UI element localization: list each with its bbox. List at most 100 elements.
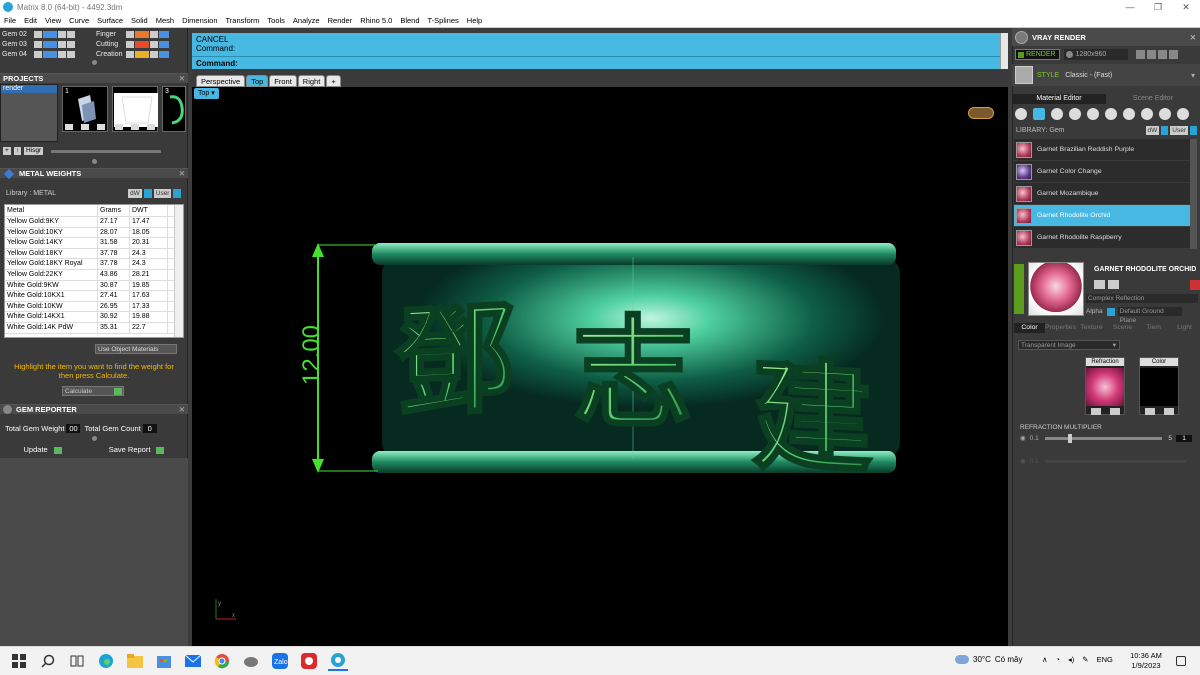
tab-texture[interactable]: Texture — [1076, 323, 1107, 333]
menu-rhino[interactable]: Rhino 5.0 — [356, 16, 396, 25]
info-icon[interactable] — [1190, 126, 1197, 135]
task-view-icon[interactable] — [67, 651, 87, 671]
slider-track[interactable] — [1044, 433, 1163, 443]
gem-tool-icon[interactable] — [1033, 108, 1045, 120]
update-button[interactable]: Update — [24, 445, 62, 454]
share-icon[interactable] — [1159, 108, 1171, 120]
table-row[interactable]: White Gold:14KX1 30.92 19.88 — [5, 312, 183, 323]
tab-perspective[interactable]: Perspective — [196, 75, 246, 87]
layer-row[interactable]: Gem 03 — [0, 39, 94, 49]
weather-widget[interactable]: 30°C Có mây — [955, 655, 1022, 664]
zalo-icon[interactable]: Zalo — [270, 651, 290, 671]
volume-icon[interactable]: ◂) — [1068, 655, 1074, 664]
material-type-icon[interactable] — [1094, 280, 1105, 289]
alpha-toggle[interactable] — [1106, 307, 1115, 316]
menu-curve[interactable]: Curve — [65, 16, 93, 25]
chevron-down-icon[interactable]: ▾ — [1191, 71, 1195, 80]
menu-analyze[interactable]: Analyze — [289, 16, 324, 25]
sphere-icon[interactable] — [1051, 108, 1063, 120]
table-row[interactable]: White Gold:10KX1 27.41 17.63 — [5, 291, 183, 302]
reflection-dropdown[interactable]: Complex Reflection — [1086, 294, 1198, 303]
menu-surface[interactable]: Surface — [93, 16, 127, 25]
color-picker-icon[interactable] — [1090, 408, 1101, 415]
layer-color-swatch[interactable] — [135, 50, 149, 58]
tab-properties[interactable]: Properties — [1045, 323, 1076, 333]
maximize-button[interactable]: ❐ — [1144, 2, 1172, 13]
image-type-dropdown[interactable]: Transparent Image — [1018, 340, 1120, 350]
resolution-field[interactable]: 1280x960 — [1063, 48, 1128, 60]
layer-row[interactable]: Finger — [94, 29, 188, 39]
menu-tools[interactable]: Tools — [263, 16, 289, 25]
chrome-icon[interactable] — [212, 651, 232, 671]
red-app-icon[interactable] — [299, 651, 319, 671]
table-row[interactable]: Yellow Gold:9KY 27.17 17.47 — [5, 217, 183, 228]
reset-icon[interactable] — [1190, 280, 1200, 290]
mail-icon[interactable] — [183, 651, 203, 671]
tab-tiem[interactable]: Tiem — [1138, 323, 1169, 333]
refraction-multiplier-slider[interactable]: ◉ 0.1 5 1 — [1020, 433, 1192, 443]
command-scrollbar[interactable] — [1000, 33, 1008, 69]
layer-color-swatch[interactable] — [43, 40, 57, 48]
list-item[interactable]: Garnet Mozambique — [1014, 183, 1190, 204]
material-ball-icon[interactable] — [1069, 108, 1081, 120]
menu-tsplines[interactable]: T-Splines — [424, 16, 463, 25]
menu-edit[interactable]: Edit — [20, 16, 41, 25]
texture-icon[interactable] — [1087, 108, 1099, 120]
pattern-icon[interactable] — [1105, 108, 1117, 120]
panel-splitter[interactable] — [0, 158, 188, 164]
project-thumbnail[interactable]: 1 — [62, 86, 108, 132]
material-options-icon[interactable] — [1108, 280, 1119, 289]
list-item[interactable]: Garnet Rhodolite Orchid — [1014, 205, 1190, 226]
menu-transform[interactable]: Transform — [222, 16, 264, 25]
layer-row[interactable]: Gem 04 — [0, 49, 94, 59]
menu-dimension[interactable]: Dimension — [178, 16, 221, 25]
minimize-button[interactable]: — — [1116, 2, 1144, 13]
add-project-button[interactable]: + — [3, 147, 11, 155]
clear-icon[interactable] — [1109, 408, 1120, 415]
rhino-app-icon[interactable] — [241, 651, 261, 671]
tab-top[interactable]: Top — [246, 75, 269, 87]
list-item[interactable]: Garnet Rhodolite Raspberry — [1014, 227, 1190, 248]
menu-mesh[interactable]: Mesh — [152, 16, 178, 25]
command-prompt[interactable]: Command: — [196, 59, 238, 68]
table-scrollbar[interactable] — [174, 205, 183, 337]
options-icon[interactable] — [1168, 49, 1178, 59]
matrix-app-icon[interactable] — [328, 651, 348, 671]
project-thumbnail[interactable]: 3 — [162, 86, 186, 132]
table-row[interactable]: Yellow Gold:10KY 28.07 18.05 — [5, 227, 183, 239]
cloud-icon[interactable] — [1141, 108, 1153, 120]
viewport[interactable]: 12.00 鄧 志 建 y x — [192, 87, 1008, 646]
menu-file[interactable]: File — [0, 16, 20, 25]
gem-list-scrollbar[interactable] — [1190, 139, 1197, 249]
tab-front[interactable]: Front — [269, 75, 297, 87]
tab-color[interactable]: Color — [1014, 323, 1045, 333]
history-button[interactable]: Hisgr — [24, 147, 44, 155]
tab-right[interactable]: Right — [297, 75, 326, 87]
project-thumbnail[interactable]: 2 — [112, 86, 158, 132]
slider-knob[interactable] — [1068, 433, 1073, 443]
table-row[interactable]: White Gold:10KW 26.95 17.33 — [5, 301, 183, 313]
chevron-up-icon[interactable]: ∧ — [1042, 655, 1048, 664]
tab-light[interactable]: Light — [1169, 323, 1200, 333]
menu-help[interactable]: Help — [463, 16, 486, 25]
close-button[interactable]: ✕ — [1172, 2, 1200, 13]
close-icon[interactable]: ✕ — [179, 169, 185, 178]
color-swatch[interactable]: Color — [1139, 357, 1179, 415]
thumbnail-slider[interactable] — [51, 149, 162, 153]
navigation-gizmo-icon[interactable] — [968, 107, 994, 119]
move-up-button[interactable]: ↑ — [13, 147, 22, 155]
panel-splitter[interactable] — [0, 59, 188, 65]
ground-plane-dropdown[interactable]: Default Ground Plane — [1117, 307, 1182, 324]
list-item[interactable]: Garnet Brazilian Reddish Purple — [1014, 139, 1190, 160]
layer-color-swatch[interactable] — [43, 50, 57, 58]
add-view-tab[interactable]: + — [326, 75, 341, 87]
table-row[interactable]: Yellow Gold:14KY 31.58 20.31 — [5, 238, 183, 249]
language-indicator[interactable]: ENG — [1097, 655, 1113, 664]
expand-arrow-icon[interactable] — [1014, 264, 1024, 314]
layer-color-swatch[interactable] — [135, 40, 149, 48]
project-list[interactable]: render — [0, 84, 58, 142]
wifi-icon[interactable]: ◔ — [1056, 655, 1061, 664]
tab-scene[interactable]: Scene — [1107, 323, 1138, 333]
info-icon[interactable] — [1161, 126, 1169, 135]
render-button[interactable]: RENDER — [1015, 48, 1060, 60]
